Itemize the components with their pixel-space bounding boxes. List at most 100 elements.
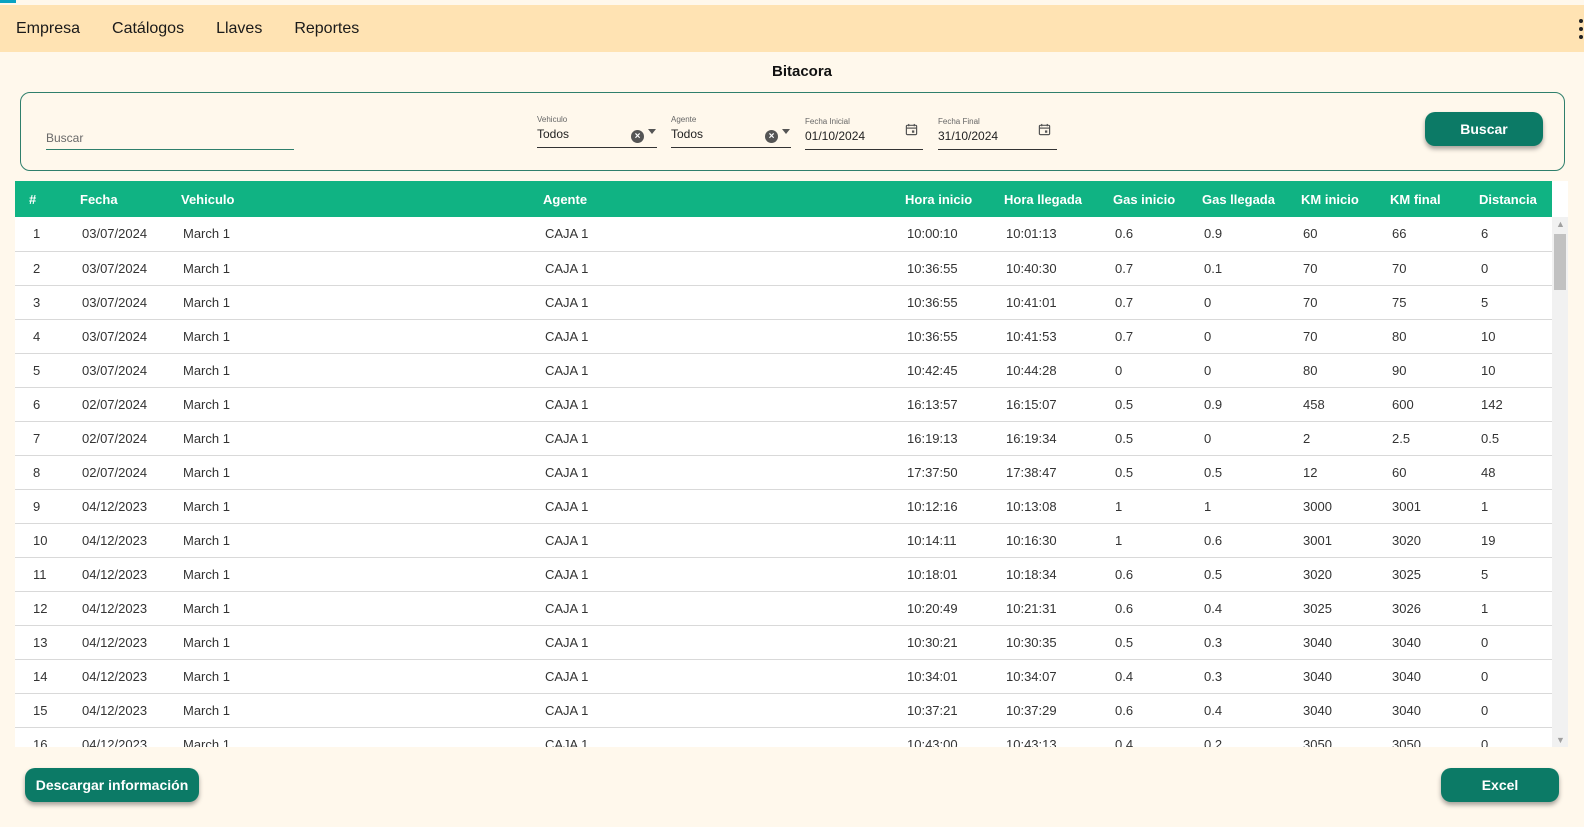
cell-col-km-final: 3040 xyxy=(1392,702,1421,718)
clear-icon[interactable]: × xyxy=(631,130,644,143)
table-row[interactable]: 15 04/12/2023 March 1 CAJA 1 10:37:21 10:37:2… xyxy=(15,693,1552,727)
cell-col-km-final: 3026 xyxy=(1392,600,1421,616)
cell-col-vehiculo: March 1 xyxy=(183,702,230,718)
cell-col-gas-llegada: 0 xyxy=(1204,430,1212,446)
header-col-fecha[interactable]: Fecha xyxy=(80,181,181,217)
cell-col-hora-inicio: 10:18:01 xyxy=(907,566,958,582)
cell-col-hora-llegada: 10:34:07 xyxy=(1006,668,1057,684)
cell-col-km-inicio: 70 xyxy=(1303,328,1318,344)
cell-col-vehiculo: March 1 xyxy=(183,226,230,242)
search-input[interactable] xyxy=(46,123,294,145)
cell-col-hora-inicio: 10:34:01 xyxy=(907,668,958,684)
table-row[interactable]: 14 04/12/2023 March 1 CAJA 1 10:34:01 10:34:0… xyxy=(15,659,1552,693)
more-vert-icon[interactable] xyxy=(1578,19,1584,39)
cell-col-agente: CAJA 1 xyxy=(545,566,589,582)
cell-col-hora-inicio: 10:37:21 xyxy=(907,702,958,718)
cell-col-gas-llegada: 0.6 xyxy=(1204,532,1223,548)
cell-col-fecha: 04/12/2023 xyxy=(82,702,148,718)
cell-col-gas-inicio: 0.5 xyxy=(1115,464,1134,480)
table-row[interactable]: 12 04/12/2023 March 1 CAJA 1 10:20:49 10:21:3… xyxy=(15,591,1552,625)
descargar-button[interactable]: Descargar información xyxy=(25,768,199,802)
header-col-hora-llegada[interactable]: Hora llegada xyxy=(1004,181,1113,217)
calendar-icon[interactable] xyxy=(1038,123,1051,136)
scroll-up-icon[interactable]: ▲ xyxy=(1556,219,1565,229)
header-col-gas-inicio[interactable]: Gas inicio xyxy=(1113,181,1202,217)
table-row[interactable]: 8 02/07/2024 March 1 CAJA 1 17:37:50 17:38:47… xyxy=(15,455,1552,489)
scrollbar-thumb[interactable] xyxy=(1554,234,1566,290)
dropdown-caret-icon[interactable] xyxy=(782,129,790,134)
cell-col-distancia: 19 xyxy=(1481,532,1496,548)
cell-col-num: 15 xyxy=(33,702,48,718)
cell-col-num: 6 xyxy=(33,396,41,412)
table-scrollbar[interactable]: ▲ ▼ xyxy=(1552,217,1568,747)
cell-col-gas-inicio: 0.5 xyxy=(1115,430,1134,446)
header-col-distancia[interactable]: Distancia xyxy=(1479,181,1552,217)
table-row[interactable]: 2 03/07/2024 March 1 CAJA 1 10:36:55 10:40:30… xyxy=(15,251,1552,285)
cell-col-gas-inicio: 0 xyxy=(1115,362,1123,378)
dropdown-caret-icon[interactable] xyxy=(648,129,656,134)
cell-col-hora-inicio: 10:36:55 xyxy=(907,294,958,310)
table-row[interactable]: 16 04/12/2023 March 1 CAJA 1 10:43:00 10:43:1… xyxy=(15,727,1552,747)
cell-col-hora-llegada: 10:37:29 xyxy=(1006,702,1057,718)
excel-button[interactable]: Excel xyxy=(1441,768,1559,802)
nav-item-llaves[interactable]: Llaves xyxy=(200,20,278,38)
table-row[interactable]: 1 03/07/2024 March 1 CAJA 1 10:00:10 10:01:13… xyxy=(15,217,1552,251)
cell-col-vehiculo: March 1 xyxy=(183,736,230,748)
cell-col-fecha: 02/07/2024 xyxy=(82,464,148,480)
cell-col-hora-llegada: 10:40:30 xyxy=(1006,260,1057,276)
filter-card: Vehiculo Todos × Agente Todos × Fecha In… xyxy=(20,92,1565,171)
cell-col-km-inicio: 80 xyxy=(1303,362,1318,378)
fecha-final-label: Fecha Final xyxy=(938,117,980,126)
cell-col-hora-inicio: 16:19:13 xyxy=(907,430,958,446)
cell-col-gas-llegada: 0.9 xyxy=(1204,396,1223,412)
bitacora-table: # Fecha Vehiculo Agente Hora inicio Hora lleg… xyxy=(15,181,1568,747)
header-col-km-final[interactable]: KM final xyxy=(1390,181,1479,217)
table-row[interactable]: 13 04/12/2023 March 1 CAJA 1 10:30:21 10:30:3… xyxy=(15,625,1552,659)
header-col-hora-inicio[interactable]: Hora inicio xyxy=(905,181,1004,217)
navbar: Empresa Catálogos Llaves Reportes xyxy=(0,5,1584,52)
cell-col-km-final: 600 xyxy=(1392,396,1414,412)
cell-col-hora-llegada: 10:21:31 xyxy=(1006,600,1057,616)
cell-col-num: 3 xyxy=(33,294,41,310)
cell-col-hora-llegada: 10:43:13 xyxy=(1006,736,1057,748)
cell-col-agente: CAJA 1 xyxy=(545,736,589,748)
cell-col-vehiculo: March 1 xyxy=(183,294,230,310)
table-row[interactable]: 11 04/12/2023 March 1 CAJA 1 10:18:01 10:18:3… xyxy=(15,557,1552,591)
cell-col-km-inicio: 70 xyxy=(1303,294,1318,310)
nav-item-catalogos[interactable]: Catálogos xyxy=(96,20,200,38)
table-row[interactable]: 4 03/07/2024 March 1 CAJA 1 10:36:55 10:41:53… xyxy=(15,319,1552,353)
page-title: Bitacora xyxy=(771,63,833,80)
header-col-agente[interactable]: Agente xyxy=(543,181,905,217)
cell-col-num: 5 xyxy=(33,362,41,378)
nav-item-reportes[interactable]: Reportes xyxy=(278,20,375,38)
cell-col-distancia: 0.5 xyxy=(1481,430,1500,446)
vehiculo-select[interactable]: Vehiculo Todos × xyxy=(537,113,657,148)
nav-item-empresa[interactable]: Empresa xyxy=(0,20,96,38)
cell-col-vehiculo: March 1 xyxy=(183,600,230,616)
cell-col-distancia: 10 xyxy=(1481,328,1496,344)
table-row[interactable]: 7 02/07/2024 March 1 CAJA 1 16:19:13 16:19:34… xyxy=(15,421,1552,455)
table-row[interactable]: 5 03/07/2024 March 1 CAJA 1 10:42:45 10:44:28… xyxy=(15,353,1552,387)
table-row[interactable]: 6 02/07/2024 March 1 CAJA 1 16:13:57 16:15:07… xyxy=(15,387,1552,421)
scroll-down-icon[interactable]: ▼ xyxy=(1556,735,1565,745)
header-col-km-inicio[interactable]: KM inicio xyxy=(1301,181,1390,217)
cell-col-gas-inicio: 0.6 xyxy=(1115,226,1134,242)
header-col-num[interactable]: # xyxy=(15,181,80,217)
cell-col-distancia: 1 xyxy=(1481,600,1489,616)
buscar-button[interactable]: Buscar xyxy=(1425,112,1543,146)
cell-col-fecha: 02/07/2024 xyxy=(82,396,148,412)
header-col-vehiculo[interactable]: Vehiculo xyxy=(181,181,543,217)
clear-icon[interactable]: × xyxy=(765,130,778,143)
table-row[interactable]: 10 04/12/2023 March 1 CAJA 1 10:14:11 10:16:3… xyxy=(15,523,1552,557)
agente-select[interactable]: Agente Todos × xyxy=(671,113,791,148)
top-strip-mark xyxy=(0,0,16,3)
table-row[interactable]: 3 03/07/2024 March 1 CAJA 1 10:36:55 10:41:01… xyxy=(15,285,1552,319)
cell-col-distancia: 48 xyxy=(1481,464,1496,480)
header-col-gas-llegada[interactable]: Gas llegada xyxy=(1202,181,1301,217)
table-row[interactable]: 9 04/12/2023 March 1 CAJA 1 10:12:16 10:13:08… xyxy=(15,489,1552,523)
calendar-icon[interactable] xyxy=(905,123,918,136)
cell-col-km-inicio: 3040 xyxy=(1303,634,1332,650)
cell-col-num: 7 xyxy=(33,430,41,446)
cell-col-distancia: 0 xyxy=(1481,702,1489,718)
cell-col-num: 2 xyxy=(33,260,41,276)
